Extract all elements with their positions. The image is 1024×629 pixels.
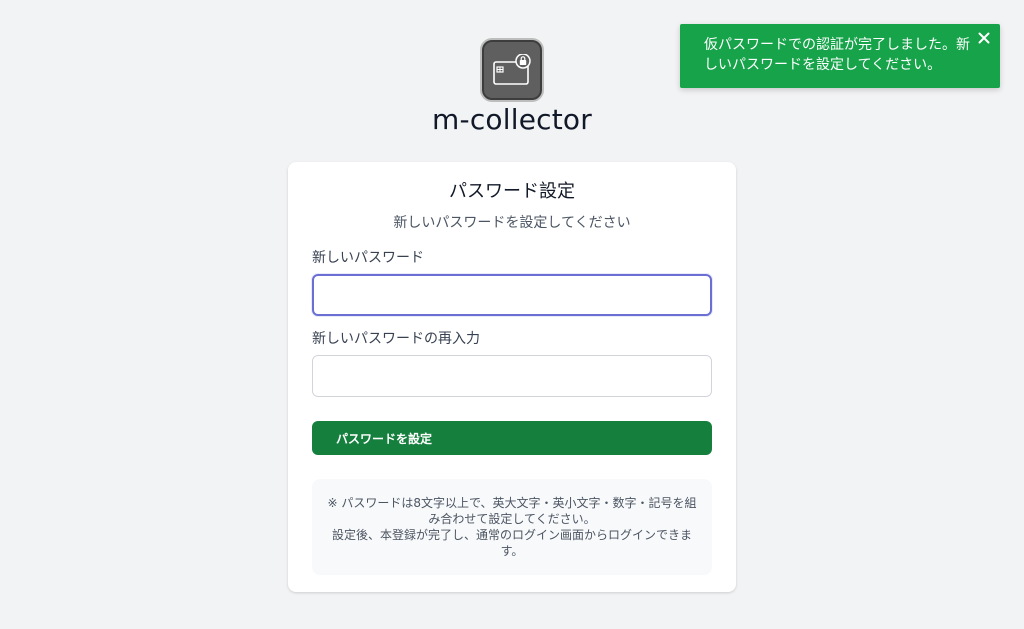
note-requirements-text: ※ パスワードは8文字以上で、英大文字・英小文字・数字・記号を組み合わせて設定し… [327, 496, 697, 526]
password-requirements-note: ※ パスワードは8文字以上で、英大文字・英小文字・数字・記号を組み合わせて設定し… [312, 479, 712, 575]
toast-message: 仮パスワードでの認証が完了しました。新しいパスワードを設定してください。 [704, 37, 970, 73]
close-icon[interactable] [976, 30, 992, 46]
new-password-field[interactable] [312, 274, 712, 316]
page-title: パスワード設定 [449, 181, 575, 202]
app-name: m-collector [432, 103, 592, 136]
confirm-password-label: 新しいパスワードの再入力 [312, 331, 480, 347]
card-lock-icon [480, 38, 544, 102]
page-subtitle: 新しいパスワードを設定してください [393, 215, 631, 231]
new-password-label: 新しいパスワード [312, 250, 424, 266]
note-after-setup-text: 設定後、本登録が完了し、通常のログイン画面からログインできます。 [331, 528, 692, 558]
password-setup-card: パスワード設定 新しいパスワードを設定してください 新しいパスワード 新しいパス… [288, 162, 736, 592]
success-toast: 仮パスワードでの認証が完了しました。新しいパスワードを設定してください。 [680, 24, 1000, 88]
set-password-button[interactable]: パスワードを設定 [312, 421, 712, 455]
confirm-password-field[interactable] [312, 355, 712, 397]
